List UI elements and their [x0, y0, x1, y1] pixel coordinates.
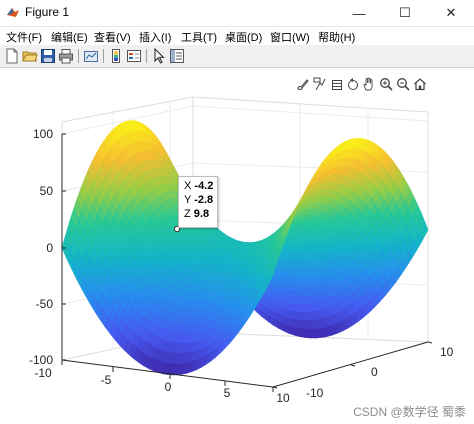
datatip-x-label: X	[184, 180, 192, 192]
datatip-box[interactable]: X -4.2 Y -2.8 Z 9.8	[178, 176, 218, 228]
surface-mesh[interactable]	[61, 120, 429, 376]
x-tick-label: 5	[224, 386, 231, 400]
z-tick-label: 100	[33, 127, 53, 141]
z-tick-label: -50	[36, 297, 54, 311]
y-tick-marks	[272, 341, 433, 389]
watermark: CSDN @数学径 蜀黍	[353, 405, 466, 419]
datatip-x-value: -4.2	[194, 180, 214, 192]
y-tick-label: 10	[440, 345, 454, 359]
x-tick-label: -5	[101, 373, 112, 387]
datatip-z-row: Z 9.8	[184, 207, 217, 221]
datatip-x-row: X -4.2	[184, 179, 217, 193]
x-tick-label: 10	[276, 391, 290, 405]
y-tick-label: 0	[371, 365, 378, 379]
surface-plot-axes[interactable]: 100 50 0 -50 -100 -10 -5 0 5 10 10 0 -10	[0, 0, 474, 424]
datatip-y-value: -2.8	[194, 194, 214, 206]
x-tick-label: -10	[34, 366, 52, 380]
z-tick-label: 50	[40, 184, 54, 198]
x-tick-label: 0	[165, 380, 172, 394]
datatip-y-row: Y -2.8	[184, 193, 217, 207]
z-tick-label: -100	[29, 353, 53, 367]
z-tick-label: 0	[46, 241, 53, 255]
y-tick-label: -10	[306, 386, 324, 400]
datatip-y-label: Y	[184, 194, 192, 206]
datatip-z-label: Z	[184, 208, 191, 220]
datatip-z-value: 9.8	[193, 208, 210, 220]
